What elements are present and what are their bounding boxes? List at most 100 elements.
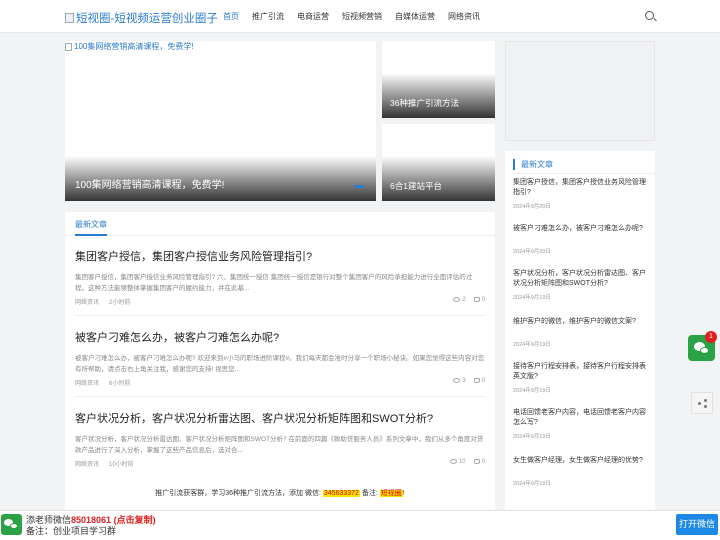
- sidebar-article-date: 2024年9月19日: [513, 481, 551, 487]
- eye-icon: [453, 378, 461, 383]
- thumbs-up-icon: [473, 378, 480, 383]
- nav-item-promotion[interactable]: 推广引流: [252, 11, 284, 22]
- promo-end: !: [402, 490, 405, 497]
- divider: [75, 315, 485, 316]
- likes-value: 0: [481, 297, 485, 303]
- sidebar-article-title[interactable]: 女生做客户经理，女生做客户经理的优势?: [513, 456, 649, 466]
- nav-item-ecommerce[interactable]: 电商运营: [297, 11, 329, 22]
- views-count: 3: [453, 378, 466, 384]
- article-title[interactable]: 集团客户授信，集团客户授信业务风险管理指引?: [75, 248, 485, 264]
- article-category[interactable]: 网络资讯: [75, 459, 99, 468]
- latest-articles-panel: 最新文章 集团客户授信，集团客户授信业务风险管理指引? 集团客户授信，集团客户授…: [65, 212, 495, 540]
- views-count: 2: [453, 297, 466, 303]
- sidebar-article: 女生做客户经理，女生做客户经理的优势? 2024年9月19日: [513, 456, 649, 487]
- sidebar-article-date: 2024年9月19日: [513, 434, 551, 440]
- article-stats: 3 0: [453, 378, 485, 384]
- article-excerpt: 客户状况分析，客户状况分析雷达图、客户状况分析矩阵图和SWOT分析? 在前面的四…: [75, 436, 484, 454]
- broken-image-icon: [65, 13, 74, 23]
- likes-count[interactable]: 0: [473, 297, 485, 303]
- sidebar-article-date: 2024年9月20日: [513, 204, 551, 210]
- tile-gradient: [382, 73, 495, 118]
- sidebar-article-title[interactable]: 集团客户授信，集团客户授信业务风险管理指引?: [513, 178, 649, 198]
- sidebar-article-date: 2024年9月20日: [513, 249, 551, 255]
- sidebar-ad-placeholder: [505, 41, 655, 141]
- sidebar-article: 接待客户行程安排表，接待客户行程安排表英文版? 2024年9月19日: [513, 362, 649, 394]
- thumbs-up-icon: [473, 297, 480, 302]
- promo-wechat-id[interactable]: 345633372: [322, 490, 360, 497]
- logo-alt-text: 短视圈-短视频运营创业圈子: [76, 13, 218, 25]
- hero-image: 100集网络营销高清课程，免费学!: [65, 41, 194, 52]
- sidebar-article-title[interactable]: 客户状况分析，客户状况分析雷达图、客户状况分析矩阵图和SWOT分析?: [513, 269, 649, 289]
- promo-banner: 推广引流获客群，学习36种推广引流方法，添加 微信: 345633372 备注:…: [65, 488, 495, 498]
- article-category[interactable]: 网络资讯: [75, 378, 99, 387]
- open-wechat-button[interactable]: 打开微信: [676, 514, 718, 535]
- article-category[interactable]: 网络资讯: [75, 297, 99, 306]
- article-time: 10小时前: [109, 462, 134, 468]
- article-time: 2小时前: [109, 300, 131, 306]
- search-icon[interactable]: [645, 11, 654, 20]
- nav-item-news[interactable]: 网络资讯: [448, 11, 480, 22]
- tab-underline: [75, 234, 107, 236]
- likes-value: 0: [481, 459, 485, 465]
- promo-text: 推广引流获客群，学习36种推广引流方法，添加 微信:: [155, 490, 321, 497]
- article-item: 集团客户授信，集团客户授信业务风险管理指引? 集团客户授信，集团客户授信业务风险…: [75, 248, 485, 306]
- broken-image-icon: [65, 42, 72, 51]
- notification-badge: 1: [705, 331, 717, 343]
- sidebar-article-date: 2024年9月19日: [513, 388, 551, 394]
- sidebar-latest: 最新文章 集团客户授信，集团客户授信业务风险管理指引? 2024年9月20日 被…: [505, 151, 655, 540]
- feature-tile-promotion[interactable]: 36种推广引流方法: [382, 41, 495, 118]
- hero-caption[interactable]: 100集网络营销高清课程，免费学!: [75, 176, 224, 191]
- tab-latest[interactable]: 最新文章: [75, 219, 107, 230]
- nav-item-short-video[interactable]: 短视频营销: [342, 11, 382, 22]
- nav-item-self-media[interactable]: 自媒体运营: [395, 11, 435, 22]
- tile-caption[interactable]: 36种推广引流方法: [390, 97, 459, 109]
- sidebar-article-title[interactable]: 接待客户行程安排表，接待客户行程安排表英文版?: [513, 362, 649, 382]
- likes-value: 0: [481, 378, 485, 384]
- sidebar-article: 维护客户的微信，维护客户的微信文案? 2024年9月19日: [513, 317, 649, 348]
- share-icon: [698, 399, 707, 408]
- sidebar-article: 电话回馈老客户内容，电话回馈老客户内容怎么写? 2024年9月19日: [513, 408, 649, 440]
- article-title[interactable]: 被客户刁难怎么办，被客户刁难怎么办呢?: [75, 329, 485, 345]
- sidebar-article: 集团客户授信，集团客户授信业务风险管理指引? 2024年9月20日: [513, 178, 649, 210]
- divider: [513, 173, 655, 174]
- slider-indicator[interactable]: [354, 185, 364, 188]
- site-header: 短视圈-短视频运营创业圈子 首页 推广引流 电商运营 短视频营销 自媒体运营 网…: [0, 0, 720, 33]
- feature-tile-site-builder[interactable]: 6合1建站平台: [382, 124, 495, 201]
- contact-note: 备注：创业项目学习群: [26, 526, 117, 536]
- likes-count[interactable]: 0: [473, 378, 485, 384]
- article-item: 被客户刁难怎么办，被客户刁难怎么办呢? 被客户刁难怎么办，被客户刁难怎么办呢? …: [75, 329, 485, 387]
- views-value: 3: [462, 378, 466, 384]
- article-excerpt: 集团客户授信，集团客户授信业务风险管理指引? 六、集团统一授信 集团统一授信是银…: [75, 274, 473, 292]
- nav-item-home[interactable]: 首页: [223, 11, 239, 22]
- sidebar-heading: 最新文章: [513, 159, 553, 170]
- sidebar-article-date: 2024年9月19日: [513, 342, 551, 348]
- article-stats: 2 0: [453, 297, 485, 303]
- sidebar-article: 被客户刁难怎么办，被客户刁难怎么办呢? 2024年9月20日: [513, 224, 649, 255]
- tile-caption[interactable]: 6合1建站平台: [390, 180, 442, 192]
- copy-hint[interactable]: (点击复制): [114, 515, 156, 525]
- eye-icon: [449, 459, 457, 464]
- article-title[interactable]: 客户状况分析，客户状况分析雷达图、客户状况分析矩阵图和SWOT分析?: [75, 410, 485, 426]
- site-logo[interactable]: 短视圈-短视频运营创业圈子: [65, 10, 218, 26]
- article-item: 客户状况分析，客户状况分析雷达图、客户状况分析矩阵图和SWOT分析? 客户状况分…: [75, 410, 485, 468]
- article-excerpt: 被客户刁难怎么办，被客户刁难怎么办呢? 欢迎来到#小马的职场进阶课程#。我们每天…: [75, 355, 485, 373]
- divider: [75, 396, 485, 397]
- sidebar-article-title[interactable]: 维护客户的微信，维护客户的微信文案?: [513, 317, 649, 327]
- wechat-logo-icon: [1, 514, 22, 535]
- hero-image-alt: 100集网络营销高清课程，免费学!: [74, 42, 194, 51]
- main-nav: 首页 推广引流 电商运营 短视频营销 自媒体运营 网络资讯: [223, 11, 480, 22]
- views-value: 2: [462, 297, 466, 303]
- views-count: 10: [449, 459, 466, 465]
- sidebar-article-title[interactable]: 电话回馈老客户内容，电话回馈老客户内容怎么写?: [513, 408, 649, 428]
- sidebar-article-title[interactable]: 被客户刁难怎么办，被客户刁难怎么办呢?: [513, 224, 649, 234]
- bottom-contact-bar: 添老师微信85018061 (点击复制) 备注：创业项目学习群 打开微信: [0, 510, 720, 540]
- promo-note-label: 备注:: [361, 490, 378, 497]
- eye-icon: [453, 297, 461, 302]
- sidebar-article-date: 2024年9月19日: [513, 295, 551, 301]
- share-button[interactable]: [691, 392, 713, 414]
- promo-note: 短视圈: [379, 490, 403, 497]
- tab-bar: [65, 212, 495, 236]
- article-time: 6小时前: [109, 381, 131, 387]
- hero-slider[interactable]: 100集网络营销高清课程，免费学! 100集网络营销高清课程，免费学!: [65, 41, 376, 201]
- likes-count[interactable]: 0: [473, 459, 485, 465]
